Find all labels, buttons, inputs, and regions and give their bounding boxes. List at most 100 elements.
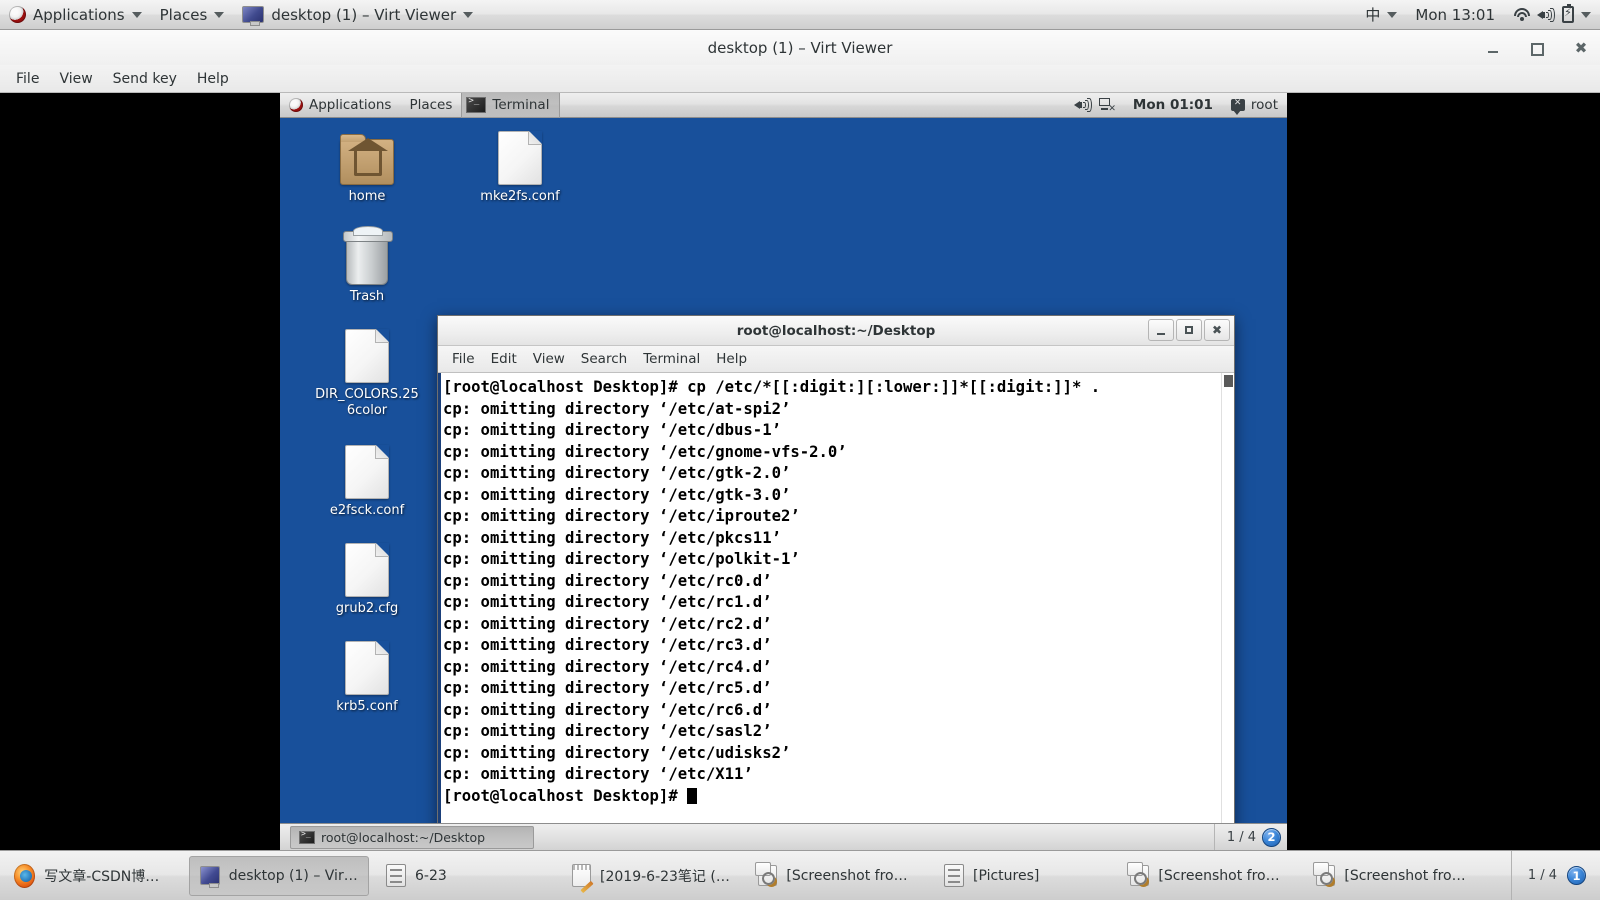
input-method-label: 中 (1365, 4, 1380, 25)
virt-viewer-window: desktop (1) – Virt Viewer ✖ File View Se… (0, 30, 1600, 850)
taskbar-item-screenshot-3[interactable]: [Screenshot from 20... (1305, 856, 1485, 896)
desktop-icon-label: Trash (315, 289, 419, 305)
guest-taskbar-window-terminal[interactable]: root@localhost:~/Desktop (290, 826, 534, 849)
desktop-icon-label: DIR_COLORS.256color (315, 387, 419, 419)
guest-desktop[interactable]: Applications Places Terminal (280, 93, 1287, 850)
host-workspace-switcher[interactable]: 1 / 4 1 (1511, 851, 1600, 900)
file-icon (345, 543, 389, 597)
desktop-icon-e2fsck-conf[interactable]: e2fsck.conf (315, 445, 419, 519)
taskbar-item-firefox[interactable]: 写文章-CSDN博客 – ... (3, 856, 183, 896)
file-manager-icon (944, 864, 964, 887)
guest-top-panel: Applications Places Terminal (280, 93, 1287, 118)
terminal-menu-help[interactable]: Help (708, 348, 755, 370)
desktop-icon-krb5-conf[interactable]: krb5.conf (315, 641, 419, 715)
taskbar-item-label: [Screenshot from 20... (1344, 868, 1474, 884)
image-viewer-icon (1316, 865, 1335, 886)
maximize-button[interactable] (1528, 39, 1546, 57)
minimize-button[interactable] (1484, 39, 1502, 57)
host-places-menu[interactable]: Places (151, 0, 234, 30)
image-viewer-icon (758, 865, 777, 886)
taskbar-item-label: [2019-6-23笔记 (co... (600, 866, 730, 886)
host-applications-label: Applications (33, 6, 125, 24)
virt-viewer-menubar: File View Send key Help (0, 65, 1600, 93)
host-window-tab-virt-viewer[interactable]: desktop (1) – Virt Viewer (233, 0, 482, 30)
guest-workspace-label: 1 / 4 (1227, 830, 1256, 845)
taskbar-item-6-23[interactable]: 6-23 (375, 856, 555, 896)
guest-places-label: Places (409, 97, 452, 113)
host-clock[interactable]: Mon 13:01 (1406, 0, 1504, 30)
chevron-down-icon (1581, 12, 1591, 18)
guest-clock-label: Mon 01:01 (1133, 97, 1213, 113)
taskbar-item-notes[interactable]: [2019-6-23笔记 (co... (561, 856, 741, 896)
host-workspace-badge[interactable]: 1 (1567, 866, 1586, 885)
terminal-menu-file[interactable]: File (444, 348, 483, 370)
host-taskbar: 写文章-CSDN博客 – ... desktop (1) – Virt Vie.… (0, 850, 1600, 900)
file-icon (345, 445, 389, 499)
host-status-tray[interactable] (1504, 0, 1600, 30)
virt-viewer-title: desktop (1) – Virt Viewer (708, 39, 893, 57)
guest-clock[interactable]: Mon 01:01 (1124, 93, 1222, 118)
guest-applications-label: Applications (309, 97, 391, 113)
host-window-tab-label: desktop (1) – Virt Viewer (271, 6, 456, 24)
guest-taskbar: root@localhost:~/Desktop 1 / 4 2 (280, 823, 1287, 850)
file-manager-icon (386, 864, 406, 887)
menu-view[interactable]: View (51, 68, 100, 90)
taskbar-item-screenshot-1[interactable]: [Screenshot from 20... (747, 856, 927, 896)
text-editor-icon (572, 864, 591, 887)
guest-places-menu[interactable]: Places (400, 93, 461, 118)
battery-icon (1562, 6, 1574, 23)
host-applications-menu[interactable]: Applications (0, 0, 151, 30)
guest-status-tray[interactable]: ✕ (1065, 93, 1124, 118)
terminal-scrollbar[interactable] (1221, 373, 1234, 850)
host-places-label: Places (160, 6, 208, 24)
terminal-output[interactable]: [root@localhost Desktop]# cp /etc/*[[:di… (441, 373, 1221, 850)
terminal-menu-search[interactable]: Search (573, 348, 635, 370)
desktop-icon-mke2fs-conf[interactable]: mke2fs.conf (468, 131, 572, 205)
terminal-close-button[interactable]: ✖ (1204, 319, 1230, 341)
guest-user-menu[interactable]: root (1222, 93, 1287, 118)
virt-viewer-window-controls: ✖ (1484, 30, 1590, 65)
guest-workspace-switcher[interactable]: 1 / 4 2 (1214, 824, 1287, 851)
close-button[interactable]: ✖ (1572, 39, 1590, 57)
guest-applications-menu[interactable]: Applications (280, 93, 400, 118)
taskbar-item-pictures[interactable]: [Pictures] (933, 856, 1113, 896)
taskbar-item-label: [Screenshot from 20... (1158, 868, 1288, 884)
desktop-icon-trash[interactable]: Trash (315, 233, 419, 305)
terminal-cursor (687, 788, 697, 804)
screen: Applications Places desktop (1) – Virt V… (0, 0, 1600, 900)
virt-viewer-icon (200, 866, 220, 885)
terminal-maximize-button[interactable] (1176, 319, 1202, 341)
virt-viewer-titlebar[interactable]: desktop (1) – Virt Viewer ✖ (0, 30, 1600, 65)
network-disconnected-icon: ✕ (1098, 98, 1115, 112)
desktop-icon-home[interactable]: home (315, 135, 419, 205)
taskbar-item-virt-viewer[interactable]: desktop (1) – Virt Vie... (189, 856, 369, 896)
home-folder-icon (340, 139, 394, 185)
guest-window-tab-label: Terminal (492, 97, 549, 113)
terminal-menu-terminal[interactable]: Terminal (635, 348, 708, 370)
input-method-indicator[interactable]: 中 (1356, 0, 1406, 30)
chevron-down-icon (463, 12, 473, 18)
desktop-icon-dir-colors[interactable]: DIR_COLORS.256color (315, 329, 419, 419)
terminal-menubar: File Edit View Search Terminal Help (438, 346, 1234, 373)
terminal-minimize-button[interactable] (1148, 319, 1174, 341)
menu-send-key[interactable]: Send key (105, 68, 185, 90)
chevron-down-icon (1387, 12, 1397, 18)
terminal-titlebar[interactable]: root@localhost:~/Desktop ✖ (438, 316, 1234, 346)
desktop-icon-label: krb5.conf (315, 699, 419, 715)
desktop-icon-label: e2fsck.conf (315, 503, 419, 519)
desktop-icon-label: mke2fs.conf (468, 189, 572, 205)
guest-workspace-badge[interactable]: 2 (1262, 828, 1281, 847)
terminal-window-controls: ✖ (1148, 319, 1230, 341)
terminal-menu-view[interactable]: View (525, 348, 573, 370)
terminal-menu-edit[interactable]: Edit (483, 348, 525, 370)
guest-window-tab-terminal[interactable]: Terminal (461, 93, 560, 118)
scrollbar-thumb[interactable] (1224, 375, 1233, 387)
menu-help[interactable]: Help (189, 68, 237, 90)
terminal-body[interactable]: [root@localhost Desktop]# cp /etc/*[[:di… (438, 373, 1234, 850)
user-icon (1231, 99, 1245, 111)
desktop-icon-grub2-cfg[interactable]: grub2.cfg (315, 543, 419, 617)
volume-icon (1074, 98, 1092, 112)
desktop-icon-label: home (315, 189, 419, 205)
menu-file[interactable]: File (8, 68, 47, 90)
taskbar-item-screenshot-2[interactable]: [Screenshot from 20... (1119, 856, 1299, 896)
